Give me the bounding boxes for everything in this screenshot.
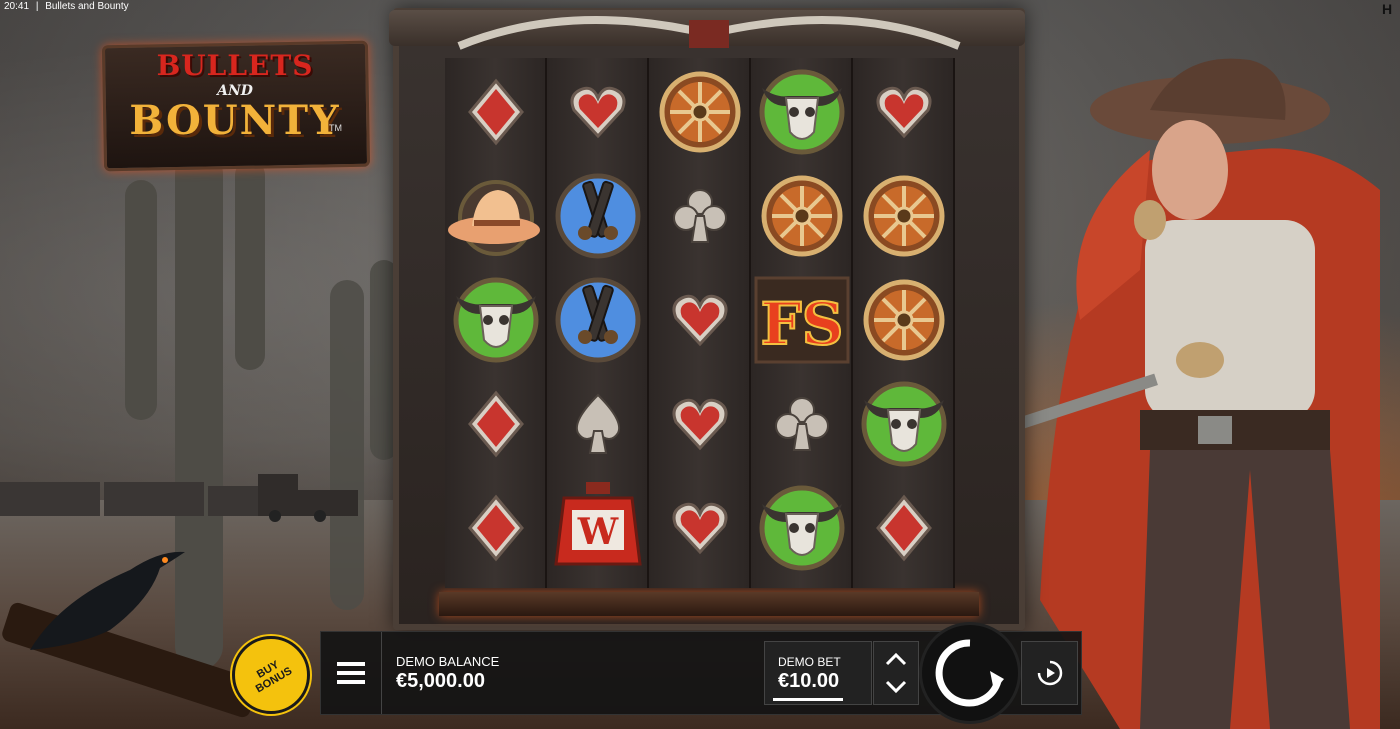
increase-bet-button[interactable] [874, 644, 918, 674]
wagon-wheel-symbol [853, 268, 955, 372]
free-spins-icon: FS [754, 276, 850, 364]
diamond-card-icon [876, 494, 932, 562]
crossed-revolvers-symbol [547, 268, 649, 372]
bull-skull-symbol [445, 268, 547, 372]
bet-display[interactable]: DEMO BET €10.00 [764, 641, 872, 705]
club-card-symbol [649, 164, 751, 268]
diamond-card-icon [468, 494, 524, 562]
heart-card-icon [570, 86, 626, 139]
crow-illustration [30, 551, 185, 650]
bull-skull-icon [861, 381, 947, 467]
cactus-small [330, 280, 364, 610]
chevron-up-icon [885, 652, 907, 666]
decrease-bet-button[interactable] [874, 672, 918, 702]
train-silhouette [0, 474, 358, 522]
window-title: Bullets and Bounty [45, 1, 129, 12]
reel-5 [853, 58, 955, 588]
reel-3 [649, 58, 751, 588]
bet-stepper [873, 641, 919, 705]
title-separator: | [35, 1, 39, 12]
autoplay-icon [1037, 660, 1062, 686]
svg-text:FS: FS [760, 290, 843, 358]
control-bar: DEMO BALANCE €5,000.00 DEMO BET €10.00 [320, 622, 1082, 724]
reel-2: W [547, 58, 649, 588]
bull-skull-symbol [751, 60, 853, 164]
bull-skull-icon [759, 69, 845, 155]
wagon-wheel-symbol [853, 164, 955, 268]
bull-skull-symbol [853, 372, 955, 476]
diamond-card-icon [468, 78, 524, 146]
balance-label: DEMO BALANCE [396, 654, 500, 669]
bet-value: €10.00 [778, 670, 840, 692]
heart-card-icon [672, 502, 728, 555]
wagon-wheel-icon [863, 279, 945, 361]
crossed-revolvers-icon [555, 277, 641, 363]
free-spins-symbol: FS [751, 268, 853, 372]
balance-value: €5,000.00 [396, 670, 485, 692]
wild-lantern-icon: W [554, 482, 642, 566]
heart-card-icon [672, 294, 728, 347]
cowgirl-character [1000, 58, 1380, 729]
spin-button[interactable] [919, 622, 1021, 724]
wild-lantern-symbol: W [547, 476, 649, 580]
cactus-left-arm [125, 180, 157, 420]
cowboy-hat-icon [448, 180, 540, 256]
logo-trademark: TM [329, 123, 342, 133]
reels-grid: W FS [445, 58, 955, 588]
diamond-card-symbol [853, 476, 955, 580]
heart-card-icon [876, 86, 932, 139]
reel-1 [445, 58, 547, 588]
svg-text:W: W [577, 511, 619, 553]
hamburger-menu-icon [337, 662, 365, 684]
buy-bonus-button[interactable]: BUY BONUS [232, 636, 310, 714]
diamond-card-symbol [445, 476, 547, 580]
bull-skull-icon [453, 277, 539, 363]
heart-card-symbol [649, 268, 751, 372]
heart-card-icon [672, 398, 728, 451]
wagon-wheel-symbol [751, 164, 853, 268]
cactus-right-arm [235, 160, 265, 370]
buy-bonus-label: BUY BONUS [253, 658, 295, 696]
heart-card-symbol [649, 476, 751, 580]
provider-logo-icon: H [1382, 1, 1393, 17]
diamond-card-symbol [445, 60, 547, 164]
system-status-bar: 20:41 | Bullets and Bounty [0, 0, 404, 16]
spade-card-symbol [547, 372, 649, 476]
menu-button[interactable] [321, 632, 382, 714]
heart-card-symbol [649, 372, 751, 476]
club-card-icon [775, 397, 829, 451]
logo-line3: BOUNTY [129, 97, 341, 144]
bull-skull-icon [759, 485, 845, 571]
heart-card-symbol [853, 60, 955, 164]
club-card-symbol [751, 372, 853, 476]
crossed-revolvers-symbol [547, 164, 649, 268]
logo-line1: BULLETS [156, 49, 314, 82]
wagon-wheel-symbol [649, 60, 751, 164]
heart-card-symbol [547, 60, 649, 164]
cowboy-hat-symbol [445, 164, 547, 268]
reel-4: FS [751, 58, 853, 588]
frame-bottom-beam [439, 592, 979, 616]
bet-underline [773, 698, 843, 701]
diamond-card-icon [468, 390, 524, 458]
bull-skull-symbol [751, 476, 853, 580]
longhorn-horns-decoration [457, 16, 961, 50]
autoplay-button[interactable] [1021, 641, 1078, 705]
game-logo: BULLETS AND BOUNTY TM [95, 35, 375, 185]
crossed-revolvers-icon [555, 173, 641, 259]
spade-card-icon [576, 393, 620, 454]
wagon-wheel-icon [863, 175, 945, 257]
wagon-wheel-icon [761, 175, 843, 257]
club-card-icon [673, 189, 727, 243]
clock: 20:41 [4, 1, 30, 12]
wagon-wheel-icon [659, 71, 741, 153]
spin-arrow-icon [935, 639, 1004, 707]
bet-label: DEMO BET [778, 655, 841, 669]
chevron-down-icon [885, 680, 907, 694]
diamond-card-symbol [445, 372, 547, 476]
